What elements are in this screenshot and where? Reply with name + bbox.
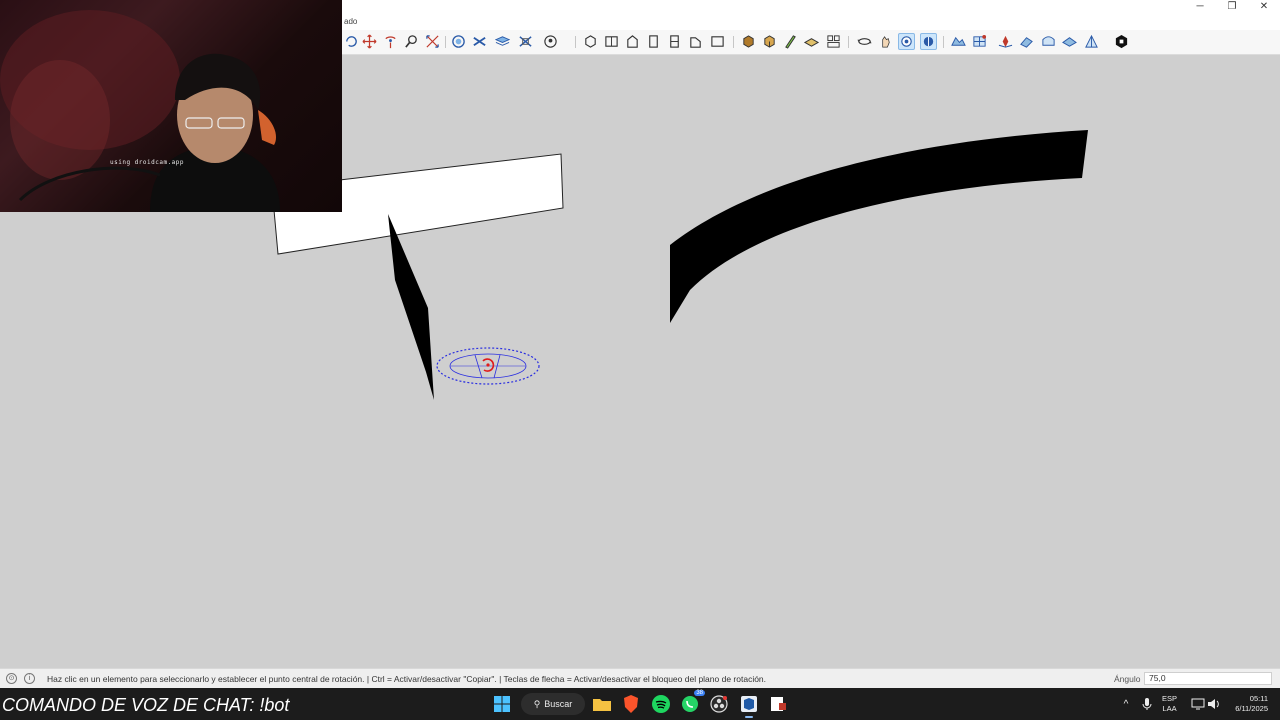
top-view-icon[interactable] <box>603 33 620 50</box>
sketchup-icon[interactable] <box>738 693 760 718</box>
taskbar-search[interactable]: ⚲ Buscar <box>521 693 585 715</box>
tray-overflow-icon[interactable]: ^ <box>1115 693 1137 715</box>
spotify-icon[interactable] <box>650 693 672 715</box>
orbit-icon[interactable] <box>856 33 873 50</box>
sandbox-flip-icon[interactable] <box>1083 33 1100 50</box>
webcam-feed <box>0 10 280 212</box>
bottom-view-icon[interactable] <box>709 33 726 50</box>
brave-browser-icon[interactable] <box>620 693 642 715</box>
measurements-label: Ángulo <box>1114 674 1141 684</box>
windows-taskbar: COMANDO DE VOZ DE CHAT: !bot ⚲ Buscar 38… <box>0 688 1280 720</box>
window-controls: ─ ❐ ✕ <box>1184 0 1280 14</box>
layout-app-icon[interactable] <box>767 693 789 715</box>
measurements-input[interactable]: 75,0 <box>1144 672 1272 685</box>
wireframe-icon[interactable] <box>761 33 778 50</box>
move-icon[interactable] <box>361 33 378 50</box>
windows-start-icon[interactable] <box>491 693 513 715</box>
sandbox-smoove-icon[interactable] <box>997 33 1014 50</box>
extension-icon[interactable] <box>1113 33 1130 50</box>
user-icon[interactable] <box>542 33 559 50</box>
section-plane-icon[interactable] <box>450 33 467 50</box>
iso-view-icon[interactable] <box>582 33 599 50</box>
geo-location-icon[interactable]: ⊙ <box>6 673 17 684</box>
front-view-icon[interactable] <box>624 33 641 50</box>
layers-icon[interactable] <box>494 33 511 50</box>
webcam-overlay: using droidcam.app <box>0 0 342 212</box>
left-view-icon[interactable] <box>687 33 704 50</box>
sandbox-drape-icon[interactable] <box>1040 33 1057 50</box>
sandbox-detail-icon[interactable] <box>1061 33 1078 50</box>
textured-icon[interactable] <box>825 33 842 50</box>
input-language[interactable]: ESP LAA <box>1162 694 1177 714</box>
solid-tools-icon[interactable] <box>471 33 488 50</box>
right-view-icon[interactable] <box>645 33 662 50</box>
pan-icon[interactable] <box>877 33 894 50</box>
info-icon[interactable]: i <box>24 673 35 684</box>
whatsapp-badge: 38 <box>694 690 705 696</box>
menu-fragment[interactable]: ado <box>344 17 357 26</box>
status-hint: Haz clic en un elemento para seleccionar… <box>47 674 767 684</box>
look-around-icon[interactable] <box>920 33 937 50</box>
chat-command-overlay: COMANDO DE VOZ DE CHAT: !bot <box>2 695 290 715</box>
shaded-icon[interactable] <box>803 33 820 50</box>
obs-icon[interactable] <box>708 693 730 715</box>
vertical-fin-face <box>388 214 434 400</box>
status-bar: ⊙ i Haz clic en un elemento para selecci… <box>0 668 1280 689</box>
components-icon[interactable] <box>517 33 534 50</box>
taskbar-clock[interactable]: 05:11 6/11/2025 <box>1226 694 1268 714</box>
lang-layout: LAA <box>1162 704 1177 713</box>
microphone-icon[interactable] <box>1136 693 1158 715</box>
lang-code: ESP <box>1162 694 1178 703</box>
minimize-icon[interactable]: ─ <box>1184 0 1216 14</box>
zoom-extents-icon[interactable] <box>424 33 441 50</box>
search-icon: ⚲ <box>533 698 541 709</box>
sandbox-contours-icon[interactable] <box>950 33 967 50</box>
curved-band-face <box>670 130 1088 323</box>
close-icon[interactable]: ✕ <box>1248 0 1280 14</box>
whatsapp-icon[interactable]: 38 <box>679 690 705 715</box>
sandbox-scratch-icon[interactable] <box>971 33 988 50</box>
webcam-caption: using droidcam.app <box>110 159 185 166</box>
back-view-icon[interactable] <box>666 33 683 50</box>
clock-date: 6/11/2025 <box>1235 704 1268 713</box>
volume-icon[interactable] <box>1203 693 1225 715</box>
xray-icon[interactable] <box>740 33 757 50</box>
zoom-icon[interactable] <box>403 33 420 50</box>
search-label: Buscar <box>544 699 573 709</box>
hidden-line-icon[interactable] <box>782 33 799 50</box>
rotate-icon[interactable] <box>382 33 399 50</box>
file-explorer-icon[interactable] <box>591 693 613 715</box>
sandbox-stamp-icon[interactable] <box>1018 33 1035 50</box>
walk-icon[interactable] <box>898 33 915 50</box>
rotate-gizmo <box>436 347 540 385</box>
followme-icon[interactable] <box>343 33 360 50</box>
clock-time: 05:11 <box>1249 694 1268 703</box>
restore-icon[interactable]: ❐ <box>1216 0 1248 14</box>
